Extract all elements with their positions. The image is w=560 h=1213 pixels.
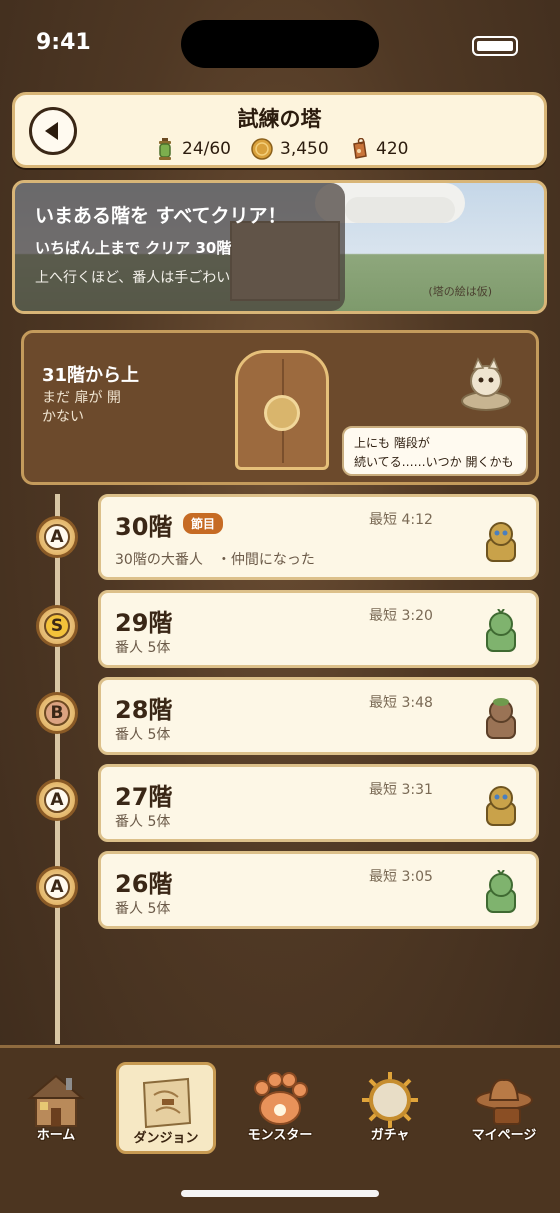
monster-icon <box>486 698 516 739</box>
locked-floor-title: 31階から上 <box>42 365 140 386</box>
floor-name: 29階 <box>115 609 173 637</box>
rank-medal: A <box>36 866 78 908</box>
dynamic-island <box>181 20 379 68</box>
rank-letter: A <box>44 524 70 550</box>
floor-card[interactable]: 29階 最短 3:20 番人 5体 <box>98 590 539 668</box>
home-indicator <box>181 1190 379 1197</box>
rank-letter: B <box>44 700 70 726</box>
house-icon <box>27 1074 85 1127</box>
locked-floor-card: 31階から上 まだ 扉が 開かない 上にも 階段が 続いてる……いつか 開くかも <box>21 330 539 485</box>
floor-card[interactable]: 28階 最短 3:48 番人 5体 <box>98 677 539 755</box>
monster-icon <box>486 870 516 913</box>
monster-icon <box>486 522 516 562</box>
key-tag-icon <box>353 138 367 159</box>
best-time: 最短 4:12 <box>369 512 433 528</box>
nav-mypage[interactable]: マイページ <box>454 1062 554 1154</box>
best-time: 最短 3:48 <box>369 695 433 711</box>
timeline-rail <box>55 494 60 1044</box>
bubble-line1: 上にも 階段が <box>354 436 430 450</box>
page-title: 試練の塔 <box>237 107 322 131</box>
guardian-statue-icon <box>461 357 511 411</box>
floor-card[interactable]: 27階 最短 3:31 番人 5体 <box>98 764 539 842</box>
nav-label: ダンジョン <box>133 1131 199 1146</box>
bubble-line2: 続いてる……いつか 開くかも <box>354 455 514 469</box>
nav-label: ガチャ <box>370 1128 410 1143</box>
floor-subtitle: 番人 5体 <box>115 640 171 656</box>
floor-subtitle: 番人 5体 <box>115 814 171 830</box>
battery-icon <box>472 36 518 56</box>
coin-value: 3,450 <box>280 139 329 159</box>
bottom-nav: ホーム ダンジョン モンスター ガチャ マイページ <box>0 1045 560 1213</box>
rank-letter: S <box>44 613 70 639</box>
map-icon <box>142 1077 192 1129</box>
coin-icon <box>251 138 273 160</box>
floor-name: 27階 <box>115 783 173 811</box>
best-time: 最短 3:20 <box>369 608 433 624</box>
nav-gacha[interactable]: ガチャ <box>340 1062 440 1154</box>
rank-medal: A <box>36 779 78 821</box>
ticket-stat: 420 <box>349 137 408 161</box>
nav-label: ホーム <box>36 1128 76 1143</box>
banner-note: (塔の絵は仮) <box>428 285 492 298</box>
banner-progress: いちばん上まで クリア 30階 <box>35 239 232 257</box>
coin-stat: 3,450 <box>251 137 329 161</box>
rank-medal: A <box>36 516 78 558</box>
floor-name: 26階 <box>115 870 173 898</box>
paw-icon <box>254 1072 308 1125</box>
lantern-icon <box>159 138 171 160</box>
rank-letter: A <box>44 874 70 900</box>
floor-card[interactable]: 26階 最短 3:05 番人 5体 <box>98 851 539 929</box>
best-time: 最短 3:31 <box>369 782 433 798</box>
floor-name: 30階 <box>115 513 173 541</box>
nav-label: モンスター <box>247 1128 313 1143</box>
rank-medal: S <box>36 605 78 647</box>
sun-orb-icon <box>362 1072 418 1128</box>
monster-icon <box>486 609 516 652</box>
nav-monster[interactable]: モンスター <box>230 1062 330 1154</box>
cloud <box>345 197 455 223</box>
floor-card[interactable]: 30階 節目 最短 4:12 30階の大番人 ・仲間になった <box>98 494 539 580</box>
hat-icon <box>475 1078 533 1125</box>
locked-floor-subtitle: まだ 扉が 開かない <box>42 390 121 425</box>
status-time: 9:41 <box>36 30 91 55</box>
ticket-value: 420 <box>376 139 409 159</box>
floor-subtitle: 番人 5体 <box>115 901 171 917</box>
monster-icon <box>486 786 516 826</box>
nav-label: マイページ <box>471 1128 537 1143</box>
floor-subtitle: 30階の大番人 ・仲間になった <box>115 552 315 568</box>
floor-subtitle: 番人 5体 <box>115 727 171 743</box>
stamina-value: 24/60 <box>182 139 231 159</box>
rank-letter: A <box>44 787 70 813</box>
door-emblem-icon <box>264 395 300 431</box>
banner-hint: 上へ行くほど、番人は手ごわい <box>35 270 231 286</box>
tower-banner[interactable]: いまある階を すべてクリア！ いちばん上まで クリア 30階 上へ行くほど、番人… <box>12 180 547 314</box>
banner-headline: いまある階を すべてクリア！ <box>35 205 287 227</box>
locked-door-icon <box>235 350 329 470</box>
stamina-stat: 24/60 <box>155 137 231 161</box>
speech-bubble: 上にも 階段が 続いてる……いつか 開くかも <box>342 426 528 476</box>
nav-home[interactable]: ホーム <box>6 1062 106 1154</box>
best-time: 最短 3:05 <box>369 869 433 885</box>
milestone-badge: 節目 <box>183 513 224 534</box>
floor-name: 28階 <box>115 696 173 724</box>
nav-dungeon[interactable]: ダンジョン <box>116 1062 216 1154</box>
rank-medal: B <box>36 692 78 734</box>
header-card: 試練の塔 24/60 3,450 420 <box>12 92 547 168</box>
